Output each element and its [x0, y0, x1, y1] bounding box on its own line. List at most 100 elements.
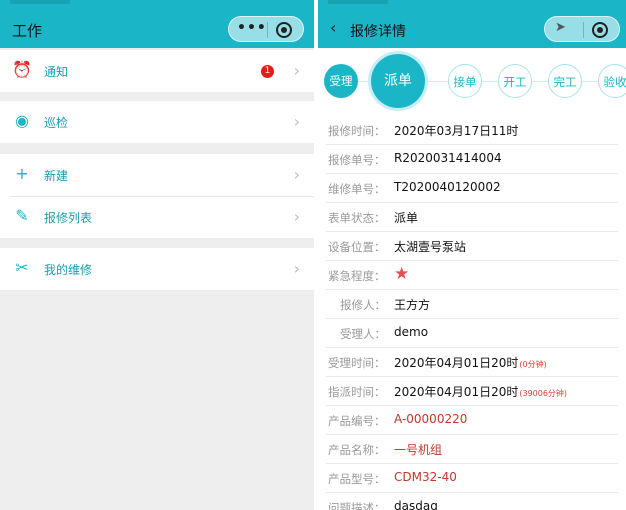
detail-row: 报修单号： R2020031414004	[326, 145, 618, 174]
detail-key: 产品名称：	[328, 443, 386, 457]
edit-pencil-icon: ✎	[15, 206, 29, 225]
detail-key: 设备位置：	[328, 240, 386, 254]
step-6: 验收	[598, 64, 626, 98]
menu-item-label: 报修列表	[44, 211, 93, 225]
detail-row: 报修时间： 2020年03月17日11时	[326, 116, 618, 145]
step-label: 受理	[329, 74, 353, 88]
detail-row: 报修人： 王方方	[326, 290, 618, 319]
detail-value-text: dasdag	[394, 499, 438, 510]
step-2: 派单	[371, 54, 425, 108]
detail-key: 表单状态：	[328, 211, 386, 225]
menu-item-label: 我的维修	[44, 263, 93, 277]
detail-value: T2020040120002	[394, 180, 501, 194]
status-bar	[318, 0, 626, 8]
step-4: 开工	[498, 64, 532, 98]
chevron-right-icon: ›	[293, 112, 300, 131]
menu-item-label: 巡检	[44, 116, 69, 130]
mini-program-capsule[interactable]: •••	[228, 16, 304, 42]
detail-key: 指派时间：	[328, 385, 386, 399]
detail-value: 一号机组	[394, 441, 442, 458]
detail-value-text: T2020040120002	[394, 180, 501, 194]
detail-row: 紧急程度： ★	[326, 261, 618, 290]
menu-item-label: 通知	[44, 65, 69, 79]
menu-item-repair-list[interactable]: ✎ 报修列表 ›	[0, 196, 314, 238]
navigation-arrow-icon[interactable]: ➤	[555, 20, 566, 35]
detail-key: 报修时间：	[328, 124, 386, 138]
detail-value-text: 王方方	[394, 298, 431, 312]
detail-value: CDM32-40	[394, 470, 457, 484]
step-1: 受理	[324, 64, 358, 98]
detail-row: 产品编号： A-00000220	[326, 406, 618, 435]
plus-icon: +	[15, 164, 29, 183]
detail-value-text: 2020年03月17日11时	[394, 124, 519, 138]
menu-item-notice[interactable]: ⏰ 通知 › 1	[0, 50, 314, 92]
detail-value: 派单	[394, 209, 418, 226]
detail-value: 2020年04月01日20时(0分钟)	[394, 354, 547, 371]
detail-value-text: 2020年04月01日20时	[394, 385, 519, 399]
chevron-right-icon: ›	[293, 61, 300, 80]
menu-item-patrol[interactable]: ◉ 巡检 ›	[0, 101, 314, 143]
menu-item-my-repair[interactable]: ✂ 我的维修 ›	[0, 248, 314, 290]
target-icon[interactable]	[592, 22, 608, 38]
detail-row: 问题描述： dasdag	[326, 493, 618, 510]
detail-value: demo	[394, 325, 428, 339]
detail-value: dasdag	[394, 499, 438, 510]
detail-value: A-00000220	[394, 412, 467, 426]
step-label: 验收	[603, 75, 626, 89]
step-3: 接单	[448, 64, 482, 98]
detail-value-text: CDM32-40	[394, 470, 457, 484]
detail-row: 产品名称： 一号机组	[326, 435, 618, 464]
detail-row: 产品型号： CDM32-40	[326, 464, 618, 493]
detail-value-text: 太湖壹号泵站	[394, 240, 467, 254]
notification-badge: 1	[261, 65, 274, 78]
progress-steps: 受理 派单 接单 开工 完工 验收	[318, 48, 626, 116]
detail-key: 报修单号：	[328, 153, 386, 167]
location-pin-icon: ◉	[15, 111, 29, 130]
step-label: 派单	[384, 73, 412, 89]
detail-key: 受理时间：	[328, 356, 386, 370]
status-bar	[0, 0, 314, 8]
detail-value-text: 派单	[394, 211, 419, 225]
detail-row: 受理人： demo	[326, 319, 618, 348]
detail-value-text: demo	[394, 325, 429, 339]
work-panel: 工作 ••• ⏰ 通知 › 1 ◉ 巡检 › + 新建 › ✎ 报修列表 › ✂ 我的维修 ›	[0, 0, 314, 510]
chevron-left-icon[interactable]: ‹	[330, 18, 336, 37]
divider	[10, 196, 314, 197]
chevron-right-icon: ›	[293, 207, 300, 226]
star-icon: ★	[394, 264, 410, 284]
detail-row: 受理时间： 2020年04月01日20时(0分钟)	[326, 348, 618, 377]
detail-key: 紧急程度：	[328, 269, 386, 283]
detail-value: 太湖壹号泵站	[394, 238, 466, 255]
chevron-right-icon: ›	[293, 165, 300, 184]
chevron-right-icon: ›	[293, 259, 300, 278]
detail-key: 受理人：	[340, 327, 386, 341]
more-dots-icon[interactable]: •••	[237, 20, 266, 36]
mini-program-capsule[interactable]: ➤	[544, 16, 620, 42]
detail-value-text: A-00000220	[394, 412, 468, 426]
duration-note: (39006分钟)	[519, 389, 568, 398]
detail-key: 报修人：	[340, 298, 386, 312]
detail-value-text: R2020031414004	[394, 151, 502, 165]
detail-value-text: 2020年04月01日20时	[394, 356, 519, 370]
detail-row: 指派时间： 2020年04月01日20时(39006分钟)	[326, 377, 618, 406]
repair-detail-panel: ‹ 报修详情 ➤ 受理 派单 接单 开工 完工 验收 报修时间： 2020年03月17日11…	[318, 0, 626, 510]
detail-key: 产品型号：	[328, 472, 386, 486]
detail-key: 产品编号：	[328, 414, 386, 428]
detail-row: 表单状态： 派单	[326, 203, 618, 232]
tools-icon: ✂	[15, 258, 29, 277]
detail-key: 维修单号：	[328, 182, 386, 196]
detail-value: 2020年03月17日11时	[394, 122, 518, 139]
left-navbar: 工作 •••	[0, 8, 314, 48]
detail-value-text: 一号机组	[394, 443, 443, 457]
step-5: 完工	[548, 64, 582, 98]
detail-value: 王方方	[394, 296, 430, 313]
menu-item-label: 新建	[44, 169, 69, 183]
step-label: 接单	[453, 75, 477, 89]
menu-item-new[interactable]: + 新建 ›	[0, 154, 314, 196]
bell-icon: ⏰	[12, 60, 32, 79]
detail-value: 2020年04月01日20时(39006分钟)	[394, 383, 567, 400]
step-label: 开工	[503, 75, 527, 89]
target-icon[interactable]	[276, 22, 292, 38]
right-navbar: ‹ 报修详情 ➤	[318, 8, 626, 48]
duration-note: (0分钟)	[519, 360, 547, 369]
